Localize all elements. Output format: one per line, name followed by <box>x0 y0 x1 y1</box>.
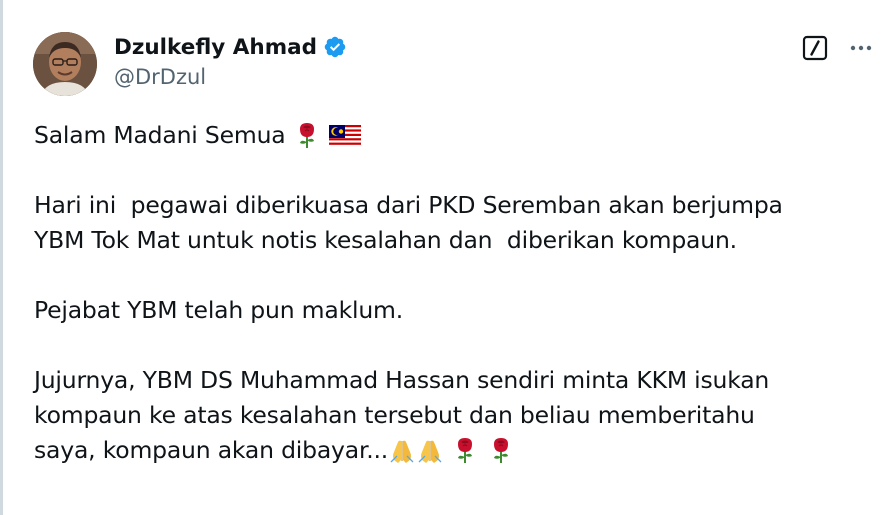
tweet-line: Salam Madani Semua <box>34 118 886 153</box>
profile-photo-icon <box>33 32 97 96</box>
closing-text: saya, kompaun akan dibayar... <box>34 436 389 464</box>
rose-emoji-icon <box>487 436 515 464</box>
rose-emoji-icon <box>451 436 479 464</box>
verified-badge-icon[interactable] <box>323 35 347 59</box>
display-name-row: Dzulkefly Ahmad <box>114 32 347 62</box>
tweet-card: Dzulkefly Ahmad @DrDzul Salam Madani Sem… <box>0 0 889 515</box>
grok-icon <box>802 35 828 61</box>
grok-button[interactable] <box>801 34 829 62</box>
rose-emoji-icon <box>293 121 321 149</box>
tweet-line: kompaun ke atas kesalahan tersebut dan b… <box>34 401 755 429</box>
more-options-icon <box>850 45 872 51</box>
tweet-line: Hari ini pegawai diberikuasa dari PKD Se… <box>34 191 783 219</box>
user-handle[interactable]: @DrDzul <box>114 65 347 89</box>
avatar[interactable] <box>33 32 97 96</box>
more-options-button[interactable] <box>844 34 878 62</box>
tweet-line: YBM Tok Mat untuk notis kesalahan dan di… <box>34 226 737 254</box>
folded-hands-emoji-icon <box>388 436 416 464</box>
display-name[interactable]: Dzulkefly Ahmad <box>114 35 317 60</box>
tweet-text: Salam Madani Semua Hari ini pegawai dibe… <box>34 118 886 468</box>
tweet-line: Jujurnya, YBM DS Muhammad Hassan sendiri… <box>34 366 770 394</box>
folded-hands-emoji-icon <box>416 436 444 464</box>
tweet-line: saya, kompaun akan dibayar... <box>34 433 886 468</box>
greeting-text: Salam Madani Semua <box>34 121 286 149</box>
malaysia-flag-emoji-icon <box>328 121 362 149</box>
author-block: Dzulkefly Ahmad @DrDzul <box>114 32 347 89</box>
tweet-line: Pejabat YBM telah pun maklum. <box>34 296 403 324</box>
